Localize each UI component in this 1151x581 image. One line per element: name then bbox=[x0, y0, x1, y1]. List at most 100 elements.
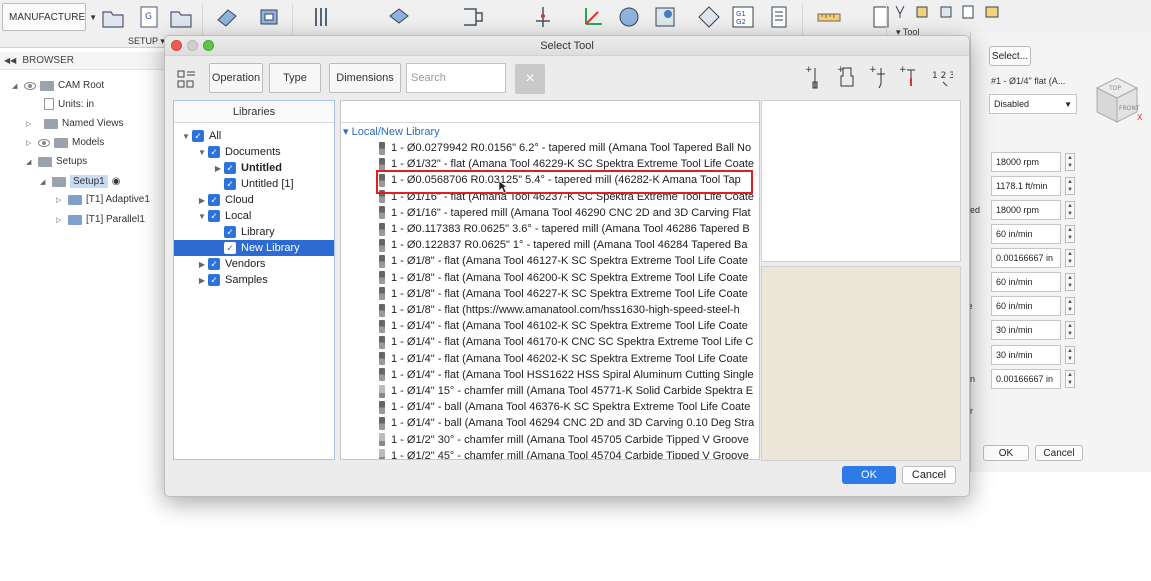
tool-row[interactable]: 1 - Ø0.0568706 R0.03125" 5.4° - tapered … bbox=[379, 172, 759, 188]
checkbox-checked-icon[interactable]: ✓ bbox=[224, 242, 236, 254]
tool-row[interactable]: 1 - Ø1/4" 15° - chamfer mill (Amana Tool… bbox=[379, 383, 759, 399]
spinner-icon[interactable]: ▲ ▼ bbox=[1065, 201, 1075, 219]
parallel-icon[interactable] bbox=[308, 4, 334, 30]
tool-row[interactable]: 1 - Ø1/2" 30° - chamfer mill (Amana Tool… bbox=[379, 432, 759, 448]
linking-icon[interactable] bbox=[984, 4, 1000, 20]
workspace-dropdown[interactable]: MANUFACTURE ▼ bbox=[2, 3, 97, 31]
parameter-field[interactable]: 1178.1 ft/min bbox=[991, 176, 1061, 196]
expanded-triangle-icon[interactable]: ▼ bbox=[180, 132, 192, 141]
parameter-field[interactable]: 18000 rpm bbox=[991, 152, 1061, 172]
spinner-icon[interactable]: ▲ ▼ bbox=[1065, 273, 1075, 291]
expand-triangle-icon[interactable]: ▷ bbox=[26, 139, 34, 147]
tool-row[interactable]: 1 - Ø1/4" - flat (Amana Tool 46170-K CNC… bbox=[379, 334, 759, 350]
geometry-icon[interactable] bbox=[914, 4, 930, 20]
library-item[interactable]: ✓ Library bbox=[174, 224, 334, 240]
spinner-icon[interactable]: ▲ ▼ bbox=[1065, 153, 1075, 171]
checkbox-checked-icon[interactable]: ✓ bbox=[224, 226, 236, 238]
library-item[interactable]: ▼ ✓ Local bbox=[174, 208, 334, 224]
g1g2-icon[interactable]: G1G2 bbox=[730, 4, 756, 30]
library-item[interactable]: ▼ ✓ All bbox=[174, 128, 334, 144]
spinner-icon[interactable]: ▲ ▼ bbox=[1065, 177, 1075, 195]
parameter-field[interactable]: 60 in/min bbox=[991, 296, 1061, 316]
search-input[interactable]: Search bbox=[406, 63, 506, 93]
select-tool-button[interactable]: Select... bbox=[989, 46, 1031, 66]
new-mill-tool-icon[interactable]: + bbox=[805, 64, 827, 92]
collapsed-triangle-icon[interactable]: ▶ bbox=[196, 260, 208, 269]
new-setup-icon[interactable] bbox=[100, 4, 126, 30]
coolant-select[interactable]: Disabled ▼ bbox=[989, 94, 1077, 114]
library-item[interactable]: ▶ ✓ Cloud bbox=[174, 192, 334, 208]
collapsed-triangle-icon[interactable]: ▶ bbox=[196, 196, 208, 205]
parameter-field[interactable]: 60 in/min bbox=[991, 224, 1061, 244]
multi-axis-icon[interactable] bbox=[386, 4, 412, 30]
eye-icon[interactable] bbox=[24, 81, 36, 90]
cancel-button[interactable]: Cancel bbox=[1035, 445, 1083, 461]
ok-button[interactable]: OK bbox=[842, 466, 896, 484]
tool-row[interactable]: 1 - Ø1/8" - flat (Amana Tool 46227-K SC … bbox=[379, 286, 759, 302]
passes-icon[interactable] bbox=[960, 4, 976, 20]
clear-filter-button[interactable]: × bbox=[515, 64, 545, 94]
spinner-icon[interactable]: ▲ ▼ bbox=[1065, 346, 1075, 364]
browser-item-setups[interactable]: ◢ Setups bbox=[26, 156, 87, 167]
checkbox-checked-icon[interactable]: ✓ bbox=[208, 258, 220, 270]
browser-item-units[interactable]: Units: in bbox=[44, 98, 94, 110]
checkbox-checked-icon[interactable]: ✓ bbox=[208, 194, 220, 206]
tool-row[interactable]: 1 - Ø0.0279942 R0.0156" 6.2° - tapered m… bbox=[379, 140, 759, 156]
parameter-field[interactable]: 0.00166667 in bbox=[991, 248, 1061, 268]
adaptive-clearing-icon[interactable] bbox=[214, 4, 240, 30]
tool-row[interactable]: 1 - Ø1/4" - ball (Amana Tool 46294 CNC 2… bbox=[379, 415, 759, 431]
setup-sheet-icon[interactable] bbox=[766, 4, 792, 30]
tool-row[interactable]: 1 - Ø1/4" - flat (Amana Tool 46202-K SC … bbox=[379, 351, 759, 367]
tool-row[interactable]: 1 - Ø0.122837 R0.0625" 1° - tapered mill… bbox=[379, 237, 759, 253]
library-item[interactable]: ✓ New Library bbox=[174, 240, 334, 256]
tool-row[interactable]: 1 - Ø1/32" - flat (Amana Tool 46229-K SC… bbox=[379, 156, 759, 172]
tool-row[interactable]: 1 - Ø1/8" - flat (Amana Tool 46200-K SC … bbox=[379, 270, 759, 286]
expand-triangle-icon[interactable]: ◢ bbox=[40, 178, 48, 186]
browser-item-named-views[interactable]: ▷ Named Views bbox=[26, 118, 124, 129]
spinner-icon[interactable]: ▲ ▼ bbox=[1065, 370, 1075, 388]
parameter-field[interactable]: 18000 rpm bbox=[991, 200, 1061, 220]
heights-icon[interactable] bbox=[938, 4, 954, 20]
library-item[interactable]: ▶ ✓ Untitled bbox=[174, 160, 334, 176]
tool-row[interactable]: 1 - Ø1/8" - flat (Amana Tool 46127-K SC … bbox=[379, 253, 759, 269]
operation-filter-button[interactable]: Operation bbox=[209, 63, 263, 93]
library-item[interactable]: ▶ ✓ Vendors bbox=[174, 256, 334, 272]
collapse-icon[interactable]: ◀◀ bbox=[4, 56, 16, 65]
parameter-field[interactable]: 30 in/min bbox=[991, 320, 1061, 340]
browser-item-models[interactable]: ▷ Models bbox=[26, 137, 104, 148]
expand-triangle-icon[interactable]: ◢ bbox=[12, 82, 20, 90]
section-title[interactable]: ▾ Local/New Library bbox=[343, 125, 440, 138]
spinner-icon[interactable]: ▲ ▼ bbox=[1065, 297, 1075, 315]
new-drill-icon[interactable]: + bbox=[869, 64, 891, 92]
eye-icon[interactable] bbox=[38, 138, 50, 147]
axis-icon[interactable] bbox=[580, 4, 606, 30]
tool-row[interactable]: 1 - Ø1/16" - tapered mill (Amana Tool 46… bbox=[379, 205, 759, 221]
ok-button[interactable]: OK bbox=[983, 445, 1029, 461]
spinner-icon[interactable]: ▲ ▼ bbox=[1065, 225, 1075, 243]
checkbox-checked-icon[interactable]: ✓ bbox=[208, 274, 220, 286]
tool-row[interactable]: 1 - Ø1/4" - ball (Amana Tool 46376-K SC … bbox=[379, 399, 759, 415]
browser-item-adaptive1[interactable]: ▷ [T1] Adaptive1 bbox=[56, 194, 150, 205]
renumber-tools-icon[interactable]: 1 2 3 bbox=[931, 64, 953, 92]
checkbox-checked-icon[interactable]: ✓ bbox=[192, 130, 204, 142]
dimensions-filter-button[interactable]: Dimensions bbox=[329, 63, 401, 93]
setup-menu-label[interactable]: SETUP ▾ bbox=[128, 36, 165, 47]
new-turning-tool-icon[interactable]: + bbox=[899, 64, 921, 92]
new-holder-icon[interactable]: + bbox=[837, 64, 859, 92]
tool-row[interactable]: 1 - Ø1/16" - flat (Amana Tool 46237-K SC… bbox=[379, 189, 759, 205]
checkbox-checked-icon[interactable]: ✓ bbox=[208, 210, 220, 222]
tool-row[interactable]: 1 - Ø1/4" - flat (Amana Tool 46102-K SC … bbox=[379, 318, 759, 334]
checkbox-checked-icon[interactable]: ✓ bbox=[208, 146, 220, 158]
probe-icon[interactable] bbox=[530, 4, 556, 30]
type-filter-button[interactable]: Type bbox=[269, 63, 321, 93]
view-mode-icon[interactable] bbox=[177, 70, 197, 90]
expanded-triangle-icon[interactable]: ▼ bbox=[196, 148, 208, 157]
expand-triangle-icon[interactable]: ▷ bbox=[56, 196, 64, 204]
folder-setup-icon[interactable] bbox=[168, 4, 194, 30]
browser-item-cam-root[interactable]: ◢ CAM Root bbox=[12, 80, 104, 91]
library-item[interactable]: ✓ Untitled [1] bbox=[174, 176, 334, 192]
tool-icon[interactable] bbox=[892, 4, 908, 20]
measure-icon[interactable] bbox=[816, 4, 842, 30]
verify-icon[interactable] bbox=[652, 4, 678, 30]
checkbox-checked-icon[interactable]: ✓ bbox=[224, 178, 236, 190]
